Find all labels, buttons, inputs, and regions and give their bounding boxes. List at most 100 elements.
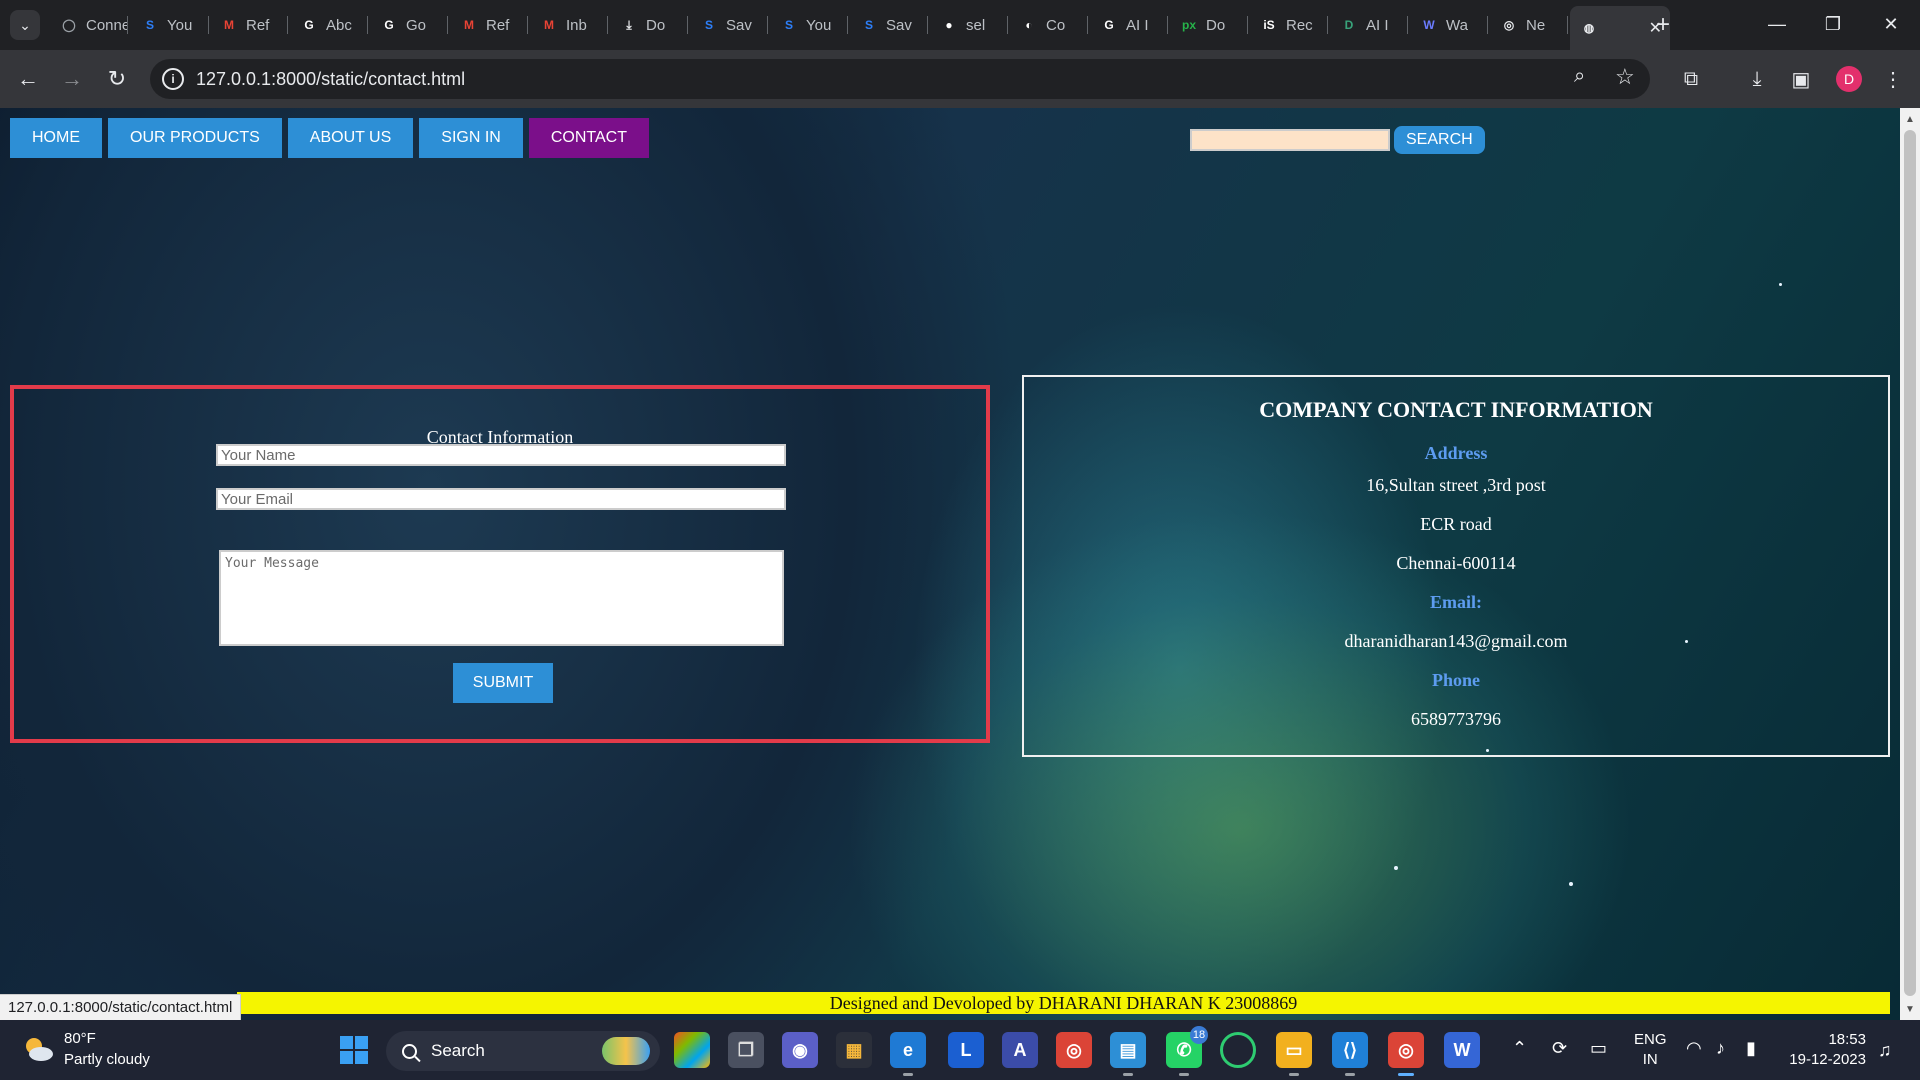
search-input[interactable]	[1190, 129, 1390, 151]
chrome-taskbar-icon[interactable]: ◎	[1056, 1032, 1092, 1068]
restore-button[interactable]: ❐	[1808, 8, 1858, 40]
browser-tab[interactable]: D AI I	[1330, 8, 1408, 42]
weather-temperature[interactable]: 80°F	[64, 1030, 96, 1047]
reload-button[interactable]: ↻	[101, 63, 133, 95]
nav-our-products[interactable]: OUR PRODUCTS	[108, 118, 282, 158]
browser-tab[interactable]: ⤓ Do	[610, 8, 688, 42]
search-button[interactable]: SEARCH	[1394, 126, 1485, 154]
l-app-icon[interactable]: L	[948, 1032, 984, 1068]
address-line-1: 16,Sultan street ,3rd post	[1366, 475, 1546, 495]
wifi-icon[interactable]: ◠	[1686, 1038, 1702, 1059]
downloads-icon[interactable]: ⤓	[1742, 65, 1772, 93]
page-scrollbar[interactable]: ▲ ▼	[1900, 108, 1920, 1020]
nav-home[interactable]: HOME	[10, 118, 102, 158]
browser-tab[interactable]: S Sav	[850, 8, 928, 42]
google-icon: G	[304, 18, 314, 32]
sync-icon[interactable]: ⟳	[1552, 1038, 1567, 1059]
system-clock[interactable]: 18:53 19-12-2023	[1786, 1030, 1866, 1070]
copilot-icon[interactable]	[674, 1032, 710, 1068]
vscode-icon[interactable]: ⟨⟩	[1332, 1032, 1368, 1076]
zoom-icon[interactable]: ⌕	[1574, 65, 1585, 88]
address-url[interactable]: 127.0.0.1:8000/static/contact.html	[196, 69, 465, 90]
browser-tab[interactable]: S Sav	[690, 8, 768, 42]
browser-tab[interactable]: M Ref	[210, 8, 288, 42]
menu-kebab-icon[interactable]: ⋮	[1878, 65, 1908, 93]
microsoft-store-icon[interactable]: ▦	[836, 1032, 872, 1068]
email-field[interactable]	[216, 488, 786, 510]
s-app-icon: S	[784, 18, 793, 32]
extensions-icon[interactable]: ⧉	[1676, 65, 1706, 93]
scroll-thumb[interactable]	[1904, 130, 1916, 996]
browser-tab[interactable]: iS Rec	[1250, 8, 1328, 42]
tab-separator	[1567, 16, 1568, 34]
language-code: ENG	[1634, 1031, 1667, 1048]
tab-separator	[287, 16, 288, 34]
scroll-down-icon[interactable]: ▼	[1900, 1000, 1920, 1018]
pixlr-icon: px	[1181, 18, 1196, 32]
browser-tab[interactable]: ◐ Co	[1010, 8, 1088, 42]
browser-tab[interactable]: S You	[770, 8, 848, 42]
tab-search-button[interactable]: ⌄	[10, 10, 40, 40]
phone-label: Phone	[1431, 670, 1480, 690]
new-tab-button[interactable]: +	[1648, 10, 1678, 40]
forward-button[interactable]: →	[56, 63, 88, 95]
tab-title: You	[806, 16, 832, 34]
nav-contact[interactable]: CONTACT	[528, 118, 649, 158]
partly-cloudy-icon[interactable]	[22, 1034, 54, 1064]
teams-icon[interactable]: ◉	[782, 1032, 818, 1068]
task-view-icon[interactable]: ❐	[728, 1032, 764, 1068]
close-window-button[interactable]: ✕	[1866, 8, 1916, 40]
browser-tab[interactable]: ● sel	[930, 8, 1008, 42]
battery-icon[interactable]: ▮	[1746, 1038, 1756, 1059]
back-button[interactable]: ←	[12, 63, 44, 95]
whatsapp-icon[interactable]: ✆ 18	[1166, 1026, 1208, 1076]
browser-tab[interactable]: M Inb	[530, 8, 608, 42]
browser-tab[interactable]: ◎ Ne	[1490, 8, 1568, 42]
chrome-active-icon[interactable]: ◎	[1388, 1032, 1424, 1076]
notification-bell-icon[interactable]: ♫	[1878, 1040, 1892, 1061]
tab-separator	[927, 16, 928, 34]
display-icon[interactable]: ▭	[1590, 1038, 1607, 1059]
gmail-icon: M	[464, 18, 474, 32]
tab-title: Connec	[86, 16, 128, 34]
name-field[interactable]	[216, 444, 786, 466]
profile-avatar[interactable]: D	[1836, 66, 1862, 92]
refresh-app-icon[interactable]	[1220, 1032, 1256, 1068]
language-indicator[interactable]: ENG IN	[1634, 1030, 1667, 1070]
minimize-button[interactable]: —	[1752, 8, 1802, 40]
page-viewport: HOME OUR PRODUCTS ABOUT US SIGN IN CONTA…	[0, 108, 1900, 1020]
weather-description[interactable]: Partly cloudy	[64, 1051, 150, 1068]
globe-icon: ◯	[62, 18, 76, 32]
tab-title: AI I	[1366, 16, 1389, 34]
tab-separator	[1007, 16, 1008, 34]
browser-tab[interactable]: ◯ Connec	[50, 8, 128, 42]
taskbar-search[interactable]: Search	[386, 1031, 660, 1071]
scroll-up-icon[interactable]: ▲	[1900, 110, 1920, 128]
notepad-icon[interactable]: ▤	[1110, 1032, 1146, 1076]
browser-tab[interactable]: W Wa	[1410, 8, 1488, 42]
address-bar[interactable]: i 127.0.0.1:8000/static/contact.html ⌕ ☆	[150, 59, 1650, 99]
nav-about-us[interactable]: ABOUT US	[287, 118, 414, 158]
bookmark-star-icon[interactable]: ☆	[1615, 64, 1635, 90]
submit-button[interactable]: SUBMIT	[453, 663, 553, 703]
show-hidden-icons[interactable]: ⌃	[1512, 1038, 1527, 1059]
browser-tab[interactable]: px Do	[1170, 8, 1248, 42]
browser-tab[interactable]: S You	[131, 8, 209, 42]
message-field[interactable]	[219, 550, 784, 646]
file-explorer-icon[interactable]: ▭	[1276, 1032, 1312, 1076]
tab-separator	[1247, 16, 1248, 34]
edge-icon[interactable]: e	[890, 1032, 926, 1076]
company-email: dharanidharan143@gmail.com	[1344, 631, 1568, 651]
browser-tab[interactable]: G AI I	[1090, 8, 1168, 42]
site-info-icon[interactable]: i	[162, 68, 184, 90]
region-code: IN	[1642, 1051, 1658, 1068]
arc-icon[interactable]: A	[1002, 1032, 1038, 1068]
browser-tab[interactable]: M Ref	[450, 8, 528, 42]
browser-tab[interactable]: G Go	[370, 8, 448, 42]
side-panel-icon[interactable]: ▣	[1786, 65, 1816, 93]
volume-icon[interactable]: ♪	[1716, 1038, 1725, 1059]
start-button[interactable]	[340, 1036, 368, 1064]
browser-tab[interactable]: G Abc	[290, 8, 368, 42]
word-icon[interactable]: W	[1444, 1032, 1480, 1068]
nav-sign-in[interactable]: SIGN IN	[419, 118, 523, 158]
